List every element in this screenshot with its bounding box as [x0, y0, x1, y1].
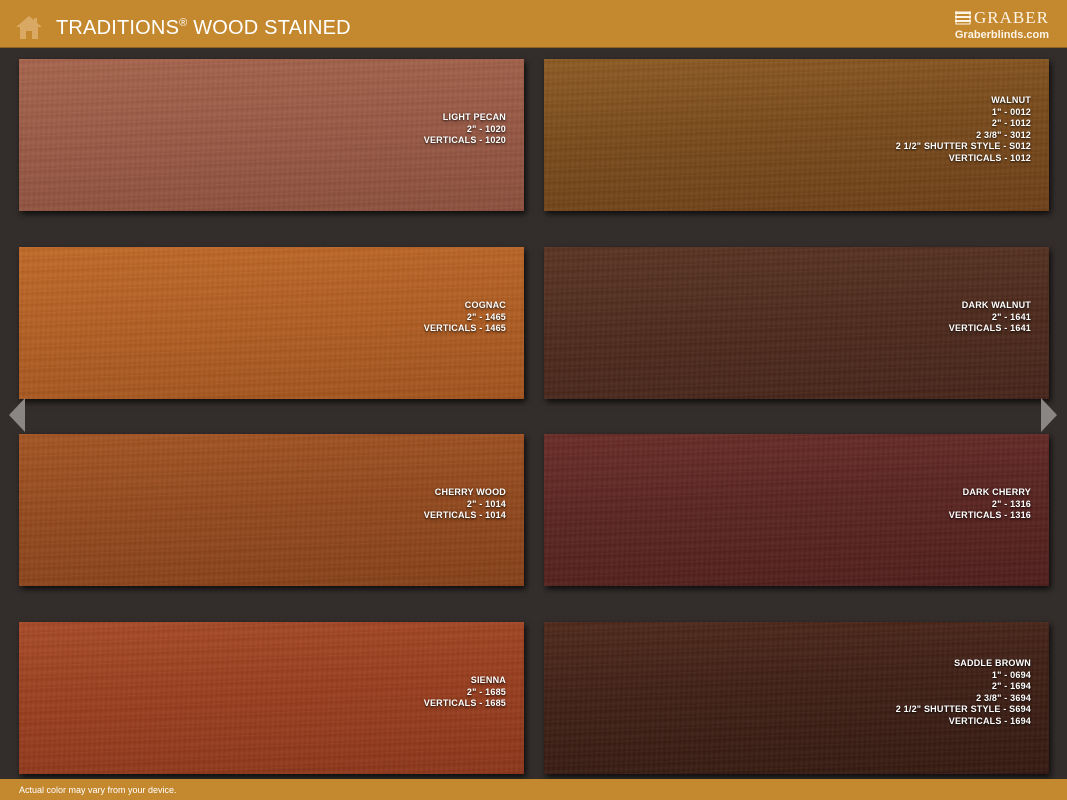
swatch-label: SADDLE BROWN 1" - 0694 2" - 1694 2 3/8" - 3… — [896, 658, 1031, 727]
swatch-sienna[interactable]: SIENNA 2" - 1685 VERTICALS - 1685 — [19, 622, 524, 774]
product-code: 2 1/2" SHUTTER STYLE - S012 — [895, 141, 1031, 151]
product-code: 2" - 1014 — [466, 498, 506, 509]
product-code: VERTICALS - 1685 — [423, 698, 506, 708]
swatch-name: SADDLE BROWN — [954, 658, 1031, 668]
swatch-label: DARK WALNUT 2" - 1641 VERTICALS - 1641 — [949, 300, 1031, 335]
footer-bar: Actual color may vary from your device. — [0, 779, 1067, 800]
product-code: 2" - 1465 — [466, 311, 506, 322]
product-code: 2" - 1012 — [991, 118, 1031, 128]
product-code: 1" - 0694 — [991, 669, 1031, 680]
swatch-name: SIENNA — [470, 675, 506, 685]
brand-name: GRABER — [955, 8, 1049, 28]
product-code: VERTICALS - 1316 — [948, 510, 1031, 520]
product-code: 2 1/2" SHUTTER STYLE - S694 — [895, 704, 1031, 714]
product-code: VERTICALS - 1014 — [423, 510, 506, 520]
product-code: 2 3/8" - 3694 — [976, 692, 1031, 703]
product-code: 2" - 1316 — [991, 498, 1031, 509]
swatch-label: DARK CHERRY 2" - 1316 VERTICALS - 1316 — [949, 487, 1031, 522]
swatch-dark-cherry[interactable]: DARK CHERRY 2" - 1316 VERTICALS - 1316 — [544, 434, 1049, 586]
swatch-walnut[interactable]: WALNUT 1" - 0012 2" - 1012 2 3/8" - 3012 2 1… — [544, 59, 1049, 211]
swatch-cherry-wood[interactable]: CHERRY WOOD 2" - 1014 VERTICALS - 1014 — [19, 434, 524, 586]
swatch-name: LIGHT PECAN — [442, 112, 506, 122]
chevron-right-icon[interactable] — [1040, 398, 1058, 432]
page-title: TRADITIONS® WOOD STAINED — [56, 17, 351, 40]
swatch-name: WALNUT — [991, 95, 1031, 105]
swatch-cognac[interactable]: COGNAC 2" - 1465 VERTICALS - 1465 — [19, 247, 524, 399]
product-code: VERTICALS - 1694 — [948, 715, 1031, 726]
brand-logo[interactable]: GRABER Graberblinds.com — [955, 8, 1049, 41]
product-code: 2 3/8" - 3012 — [976, 129, 1031, 140]
swatch-saddle-brown[interactable]: SADDLE BROWN 1" - 0694 2" - 1694 2 3/8" - 3… — [544, 622, 1049, 774]
product-code: VERTICALS - 1012 — [948, 152, 1031, 163]
home-icon[interactable] — [14, 14, 44, 40]
chevron-left-icon[interactable] — [8, 398, 26, 432]
title-suffix: WOOD STAINED — [187, 17, 351, 39]
product-code: 2" - 1685 — [466, 686, 506, 697]
product-code: 2" - 1020 — [466, 123, 506, 134]
swatch-name: COGNAC — [464, 300, 506, 310]
swatch-label: CHERRY WOOD 2" - 1014 VERTICALS - 1014 — [424, 487, 506, 522]
graber-logo-icon — [955, 11, 972, 25]
swatch-label: COGNAC 2" - 1465 VERTICALS - 1465 — [424, 300, 506, 335]
swatch-label: WALNUT 1" - 0012 2" - 1012 2 3/8" - 3012 2 1… — [896, 95, 1031, 164]
swatch-name: CHERRY WOOD — [434, 487, 506, 497]
swatch-dark-walnut[interactable]: DARK WALNUT 2" - 1641 VERTICALS - 1641 — [544, 247, 1049, 399]
disclaimer-text: Actual color may vary from your device. — [19, 785, 177, 795]
header-bar: TRADITIONS® WOOD STAINED GRABER Graberbl… — [0, 0, 1067, 48]
swatch-name: DARK CHERRY — [962, 487, 1031, 497]
swatch-light-pecan[interactable]: LIGHT PECAN 2" - 1020 VERTICALS - 1020 — [19, 59, 524, 211]
swatch-name: DARK WALNUT — [961, 300, 1031, 310]
product-code: 1" - 0012 — [991, 106, 1031, 117]
title-text: TRADITIONS — [56, 17, 180, 39]
product-code: VERTICALS - 1020 — [423, 135, 506, 145]
swatch-gallery: LIGHT PECAN 2" - 1020 VERTICALS - 1020 WALN… — [0, 48, 1067, 779]
brand-url[interactable]: Graberblinds.com — [955, 29, 1049, 41]
product-code: VERTICALS - 1465 — [423, 323, 506, 333]
brand-wordmark: GRABER — [974, 8, 1049, 27]
swatch-label: LIGHT PECAN 2" - 1020 VERTICALS - 1020 — [424, 112, 506, 147]
product-code: 2" - 1641 — [991, 311, 1031, 322]
product-code: 2" - 1694 — [991, 681, 1031, 691]
product-code: VERTICALS - 1641 — [948, 323, 1031, 333]
swatch-label: SIENNA 2" - 1685 VERTICALS - 1685 — [424, 675, 506, 710]
